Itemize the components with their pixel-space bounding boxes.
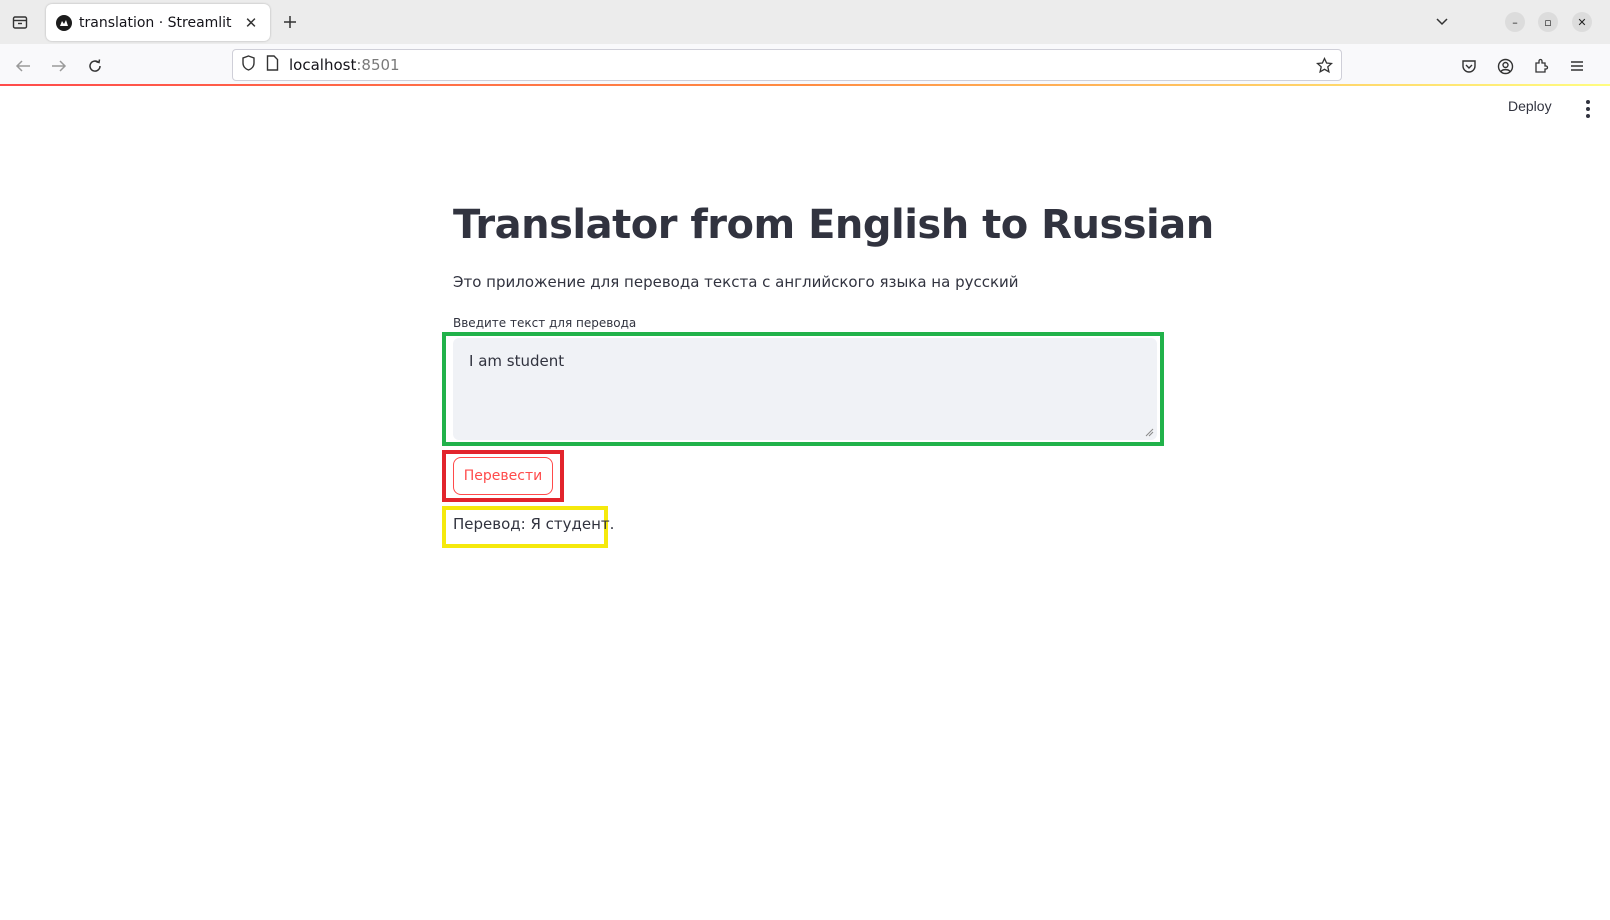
url-host: localhost [289, 56, 357, 74]
page-description: Это приложение для перевода текста с анг… [453, 273, 1019, 291]
text-input-area[interactable]: I am student [453, 338, 1157, 440]
account-icon[interactable] [1492, 53, 1518, 79]
deploy-button[interactable]: Deploy [1508, 98, 1552, 114]
streamlit-decoration-bar [0, 84, 1610, 86]
tab-overflow-chevron-down-icon[interactable] [1432, 12, 1452, 32]
input-label: Введите текст для перевода [453, 316, 637, 330]
address-bar[interactable]: localhost:8501 [232, 49, 1342, 81]
browser-tab[interactable]: translation · Streamlit ✕ [46, 4, 270, 41]
translation-result: Перевод: Я студент. [453, 515, 615, 533]
close-tab-icon[interactable]: ✕ [242, 14, 260, 32]
page-title: Translator from English to Russian [453, 202, 1214, 248]
streamlit-favicon-icon [56, 14, 72, 31]
hamburger-menu-icon[interactable] [1564, 53, 1590, 79]
tab-list-icon[interactable] [8, 10, 32, 34]
browser-nav-bar: localhost:8501 [0, 44, 1610, 86]
text-input-value: I am student [469, 352, 565, 370]
url-text[interactable]: localhost:8501 [289, 56, 400, 74]
translate-button[interactable]: Перевести [453, 457, 553, 495]
restore-icon[interactable]: ▫ [1538, 12, 1558, 32]
pocket-icon[interactable] [1456, 53, 1482, 79]
tracking-shield-icon[interactable] [241, 55, 256, 75]
tab-title: translation · Streamlit [79, 14, 232, 31]
back-icon[interactable] [10, 53, 36, 79]
page-info-icon[interactable] [266, 55, 279, 75]
minimize-icon[interactable]: – [1505, 12, 1525, 32]
forward-icon[interactable] [46, 53, 72, 79]
new-tab-icon[interactable] [278, 10, 302, 34]
close-window-icon[interactable]: ✕ [1572, 12, 1592, 32]
resize-grip-icon[interactable] [1144, 427, 1154, 437]
url-port: :8501 [356, 56, 400, 74]
reload-icon[interactable] [82, 53, 108, 79]
extensions-icon[interactable] [1528, 53, 1554, 79]
browser-tab-strip: translation · Streamlit ✕ – ▫ ✕ [0, 0, 1610, 44]
bookmark-star-icon[interactable] [1315, 56, 1334, 78]
more-options-icon[interactable] [1580, 98, 1596, 120]
